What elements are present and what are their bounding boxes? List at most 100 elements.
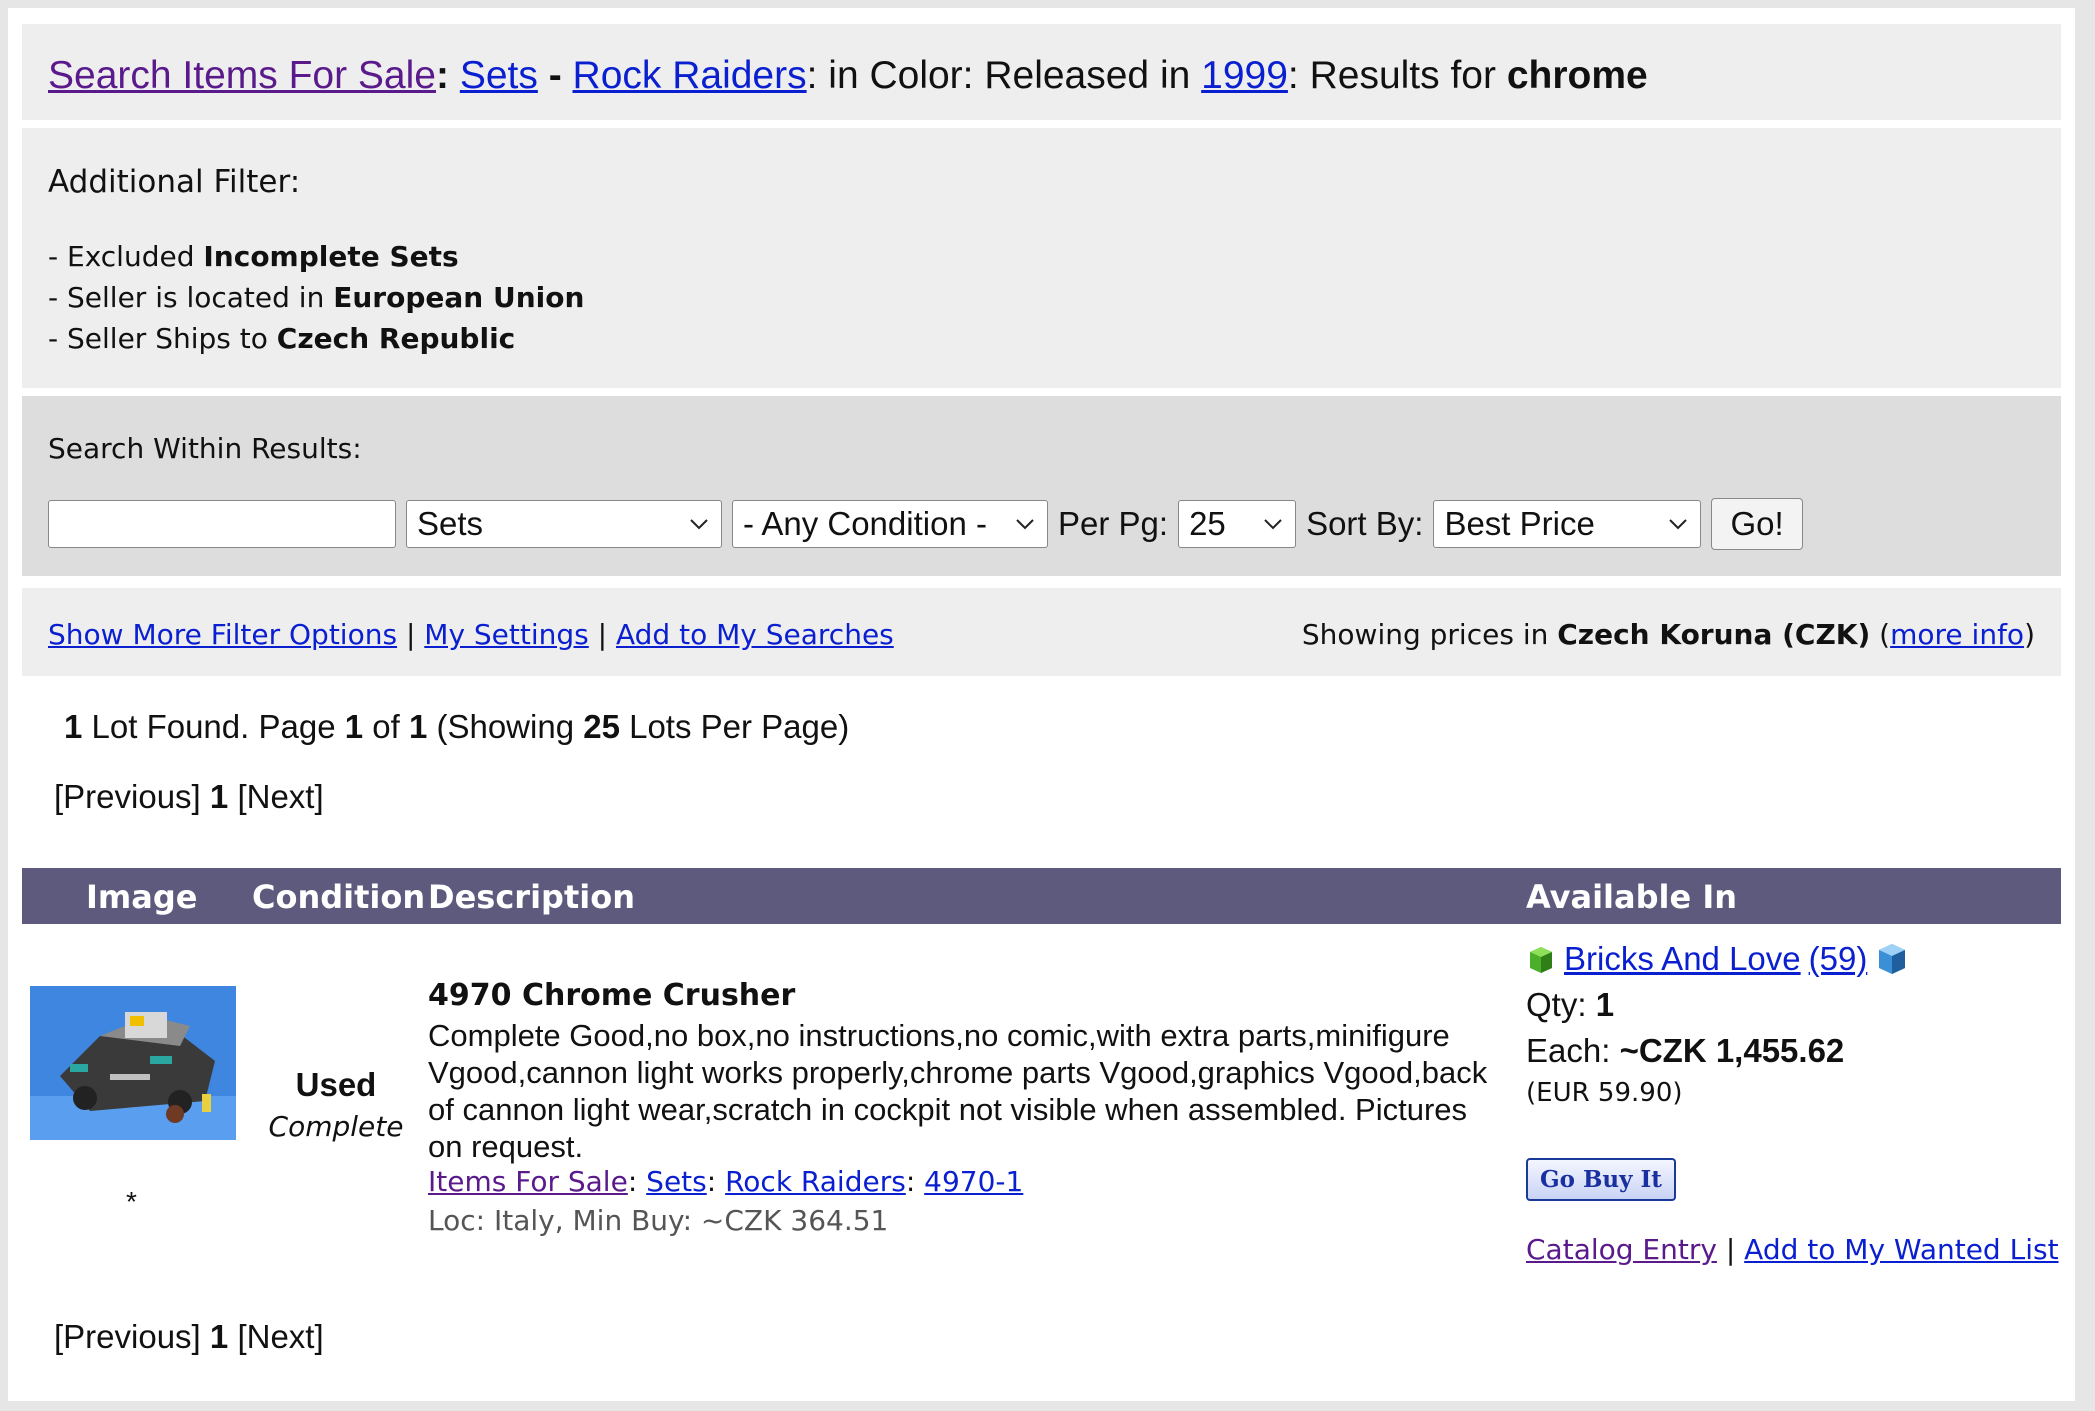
link-separator: | — [397, 618, 425, 651]
item-breadcrumb: Items For Sale: Sets: Rock Raiders: 4970… — [428, 1165, 1024, 1198]
my-settings-link[interactable]: My Settings — [424, 618, 588, 651]
previous-page: [Previous] — [54, 1318, 201, 1355]
title-sep: : — [435, 54, 460, 97]
summary-text: of — [363, 708, 409, 745]
results-table-header: Image Condition Description Available In — [22, 868, 2061, 924]
more-info-link[interactable]: more info — [1890, 618, 2024, 651]
per-page-select-value: 25 — [1189, 505, 1226, 542]
crumb-items-for-sale[interactable]: Items For Sale — [428, 1165, 628, 1198]
price-line: Each: ~CZK 1,455.62 — [1526, 1032, 2066, 1070]
sort-select[interactable]: Best Price — [1433, 500, 1702, 548]
pager-bottom: [Previous] 1 [Next] — [54, 1318, 324, 1356]
crumb-set-number[interactable]: 4970-1 — [924, 1165, 1023, 1198]
page: Search Items For Sale: Sets - Rock Raide… — [8, 8, 2075, 1401]
results-summary: 1 Lot Found. Page 1 of 1 (Showing 25 Lot… — [64, 708, 849, 746]
title-color-text: : in Color — [806, 54, 963, 97]
search-within-panel: Search Within Results: Sets - Any Condit… — [22, 396, 2061, 576]
seller-blue-cube-icon — [1879, 944, 1906, 974]
search-items-link[interactable]: Search Items For Sale — [48, 54, 436, 97]
each-label: Each: — [1526, 1032, 1620, 1069]
col-image: Image — [86, 878, 198, 916]
item-actions: Catalog Entry | Add to My Wanted List — [1526, 1233, 2059, 1266]
col-description: Description — [428, 878, 635, 916]
condition-value: Used — [295, 1066, 377, 1103]
year-link[interactable]: 1999 — [1201, 54, 1288, 97]
col-available-in: Available In — [1526, 878, 1738, 916]
lot-count: 1 — [64, 708, 83, 745]
page-title: Search Items For Sale: Sets - Rock Raide… — [48, 54, 1648, 98]
options-links: Show More Filter Options | My Settings |… — [48, 618, 894, 651]
item-thumbnail[interactable] — [30, 986, 236, 1140]
condition-select[interactable]: - Any Condition - — [732, 500, 1048, 548]
theme-link[interactable]: Rock Raiders — [573, 54, 807, 97]
qty-label: Qty: — [1526, 986, 1596, 1023]
sets-link[interactable]: Sets — [460, 54, 538, 97]
title-sep: - — [537, 54, 573, 97]
sort-label: Sort By: — [1306, 505, 1424, 542]
item-name: 4970 Chrome Crusher — [428, 978, 796, 1013]
filter-label: - Excluded — [48, 240, 204, 273]
title-released-text: : Released in — [962, 54, 1202, 97]
quantity-line: Qty: 1 — [1526, 986, 2066, 1024]
condition-select-value: - Any Condition - — [743, 505, 987, 542]
go-button[interactable]: Go! — [1711, 498, 1803, 550]
options-bar: Show More Filter Options | My Settings |… — [22, 588, 2061, 676]
filter-label: - Seller Ships to — [48, 322, 277, 355]
available-in-cell: Bricks And Love (59) Qty: 1 Each: ~CZK 1… — [1526, 940, 2066, 1266]
qty-value: 1 — [1595, 986, 1615, 1023]
description-cell: 4970 Chrome Crusher Complete Good,no box… — [428, 978, 1508, 1237]
currency-info: Showing prices in Czech Koruna (CZK) (mo… — [1301, 618, 2035, 651]
per-page-label: Per Pg: — [1058, 505, 1169, 542]
per-page-select[interactable]: 25 — [1178, 500, 1297, 548]
filter-item: - Seller Ships to Czech Republic — [48, 318, 584, 359]
filter-value: Incomplete Sets — [203, 240, 459, 273]
store-cube-icon — [1530, 947, 1552, 973]
condition-cell: Used Complete — [254, 1066, 418, 1143]
filter-value: Czech Republic — [276, 322, 516, 355]
filter-label: - Seller is located in — [48, 281, 334, 314]
previous-page: [Previous] — [54, 778, 201, 815]
next-page: [Next] — [237, 1318, 324, 1355]
filter-list: - Excluded Incomplete Sets - Seller is l… — [48, 236, 584, 359]
type-select-value: Sets — [417, 505, 484, 542]
chevron-down-icon — [690, 519, 708, 530]
summary-text: (Showing — [427, 708, 584, 745]
image-star: * — [126, 1186, 137, 1217]
currency-prefix: Showing prices in — [1301, 618, 1558, 651]
set-image — [30, 986, 236, 1140]
next-page: [Next] — [237, 778, 324, 815]
crumb-sets[interactable]: Sets — [646, 1165, 707, 1198]
catalog-entry-link[interactable]: Catalog Entry — [1526, 1233, 1717, 1266]
filter-item: - Excluded Incomplete Sets — [48, 236, 584, 277]
crumb-theme[interactable]: Rock Raiders — [725, 1165, 906, 1198]
col-condition: Condition — [252, 878, 426, 916]
store-link[interactable]: Bricks And Love — [1564, 940, 1801, 978]
search-within-input[interactable] — [48, 500, 396, 548]
pager-current: 1 — [209, 1318, 229, 1355]
add-to-searches-link[interactable]: Add to My Searches — [616, 618, 894, 651]
total-pages: 1 — [408, 708, 428, 745]
pager-top: [Previous] 1 [Next] — [54, 778, 324, 816]
summary-text: Lot Found. Page — [82, 708, 345, 745]
item-location: Loc: Italy, Min Buy: ~CZK 364.51 — [428, 1204, 889, 1237]
title-bar: Search Items For Sale: Sets - Rock Raide… — [22, 24, 2061, 120]
store-line: Bricks And Love (59) — [1526, 940, 2066, 978]
search-within-heading: Search Within Results: — [48, 432, 362, 465]
currency-name: Czech Koruna (CZK) — [1557, 618, 1871, 651]
add-wanted-list-link[interactable]: Add to My Wanted List — [1744, 1233, 2058, 1266]
type-select[interactable]: Sets — [406, 500, 722, 548]
link-separator: | — [588, 618, 616, 651]
store-feedback-link[interactable]: (59) — [1809, 940, 1868, 978]
summary-text: Lots Per Page) — [619, 708, 850, 745]
chevron-down-icon — [1016, 519, 1034, 530]
go-buy-it-button[interactable]: Go Buy It — [1526, 1158, 1676, 1201]
chevron-down-icon — [1264, 519, 1282, 530]
show-more-filters-link[interactable]: Show More Filter Options — [48, 618, 397, 651]
search-controls: Sets - Any Condition - Per Pg: 25 Sort B… — [48, 498, 1803, 550]
lots-per-page: 25 — [583, 708, 620, 745]
completeness-value: Complete — [268, 1110, 404, 1143]
sort-select-value: Best Price — [1444, 505, 1595, 542]
search-query: chrome — [1506, 54, 1648, 97]
additional-filter-panel: Additional Filter: - Excluded Incomplete… — [22, 128, 2061, 388]
eur-price: (EUR 59.90) — [1526, 1078, 1683, 1108]
